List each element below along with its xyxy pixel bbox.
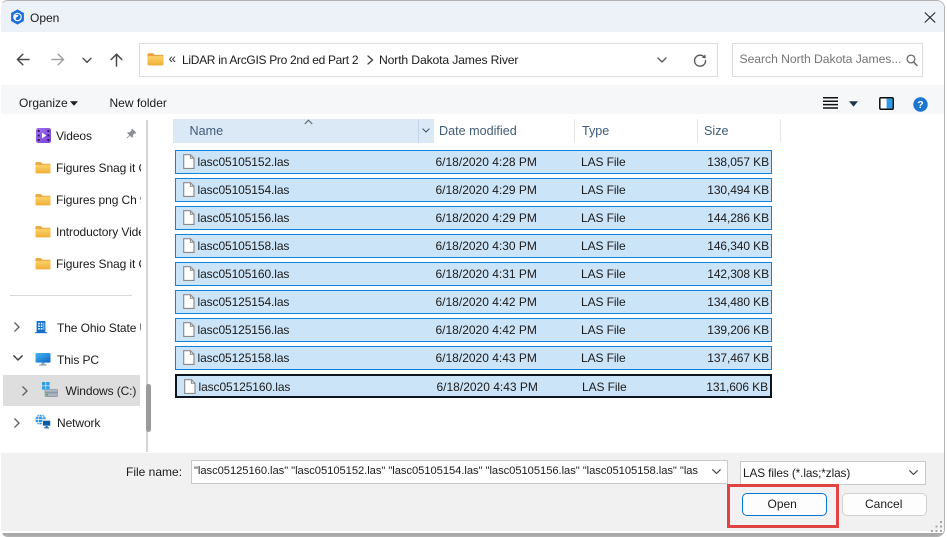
svg-text:?: ? — [917, 99, 923, 111]
